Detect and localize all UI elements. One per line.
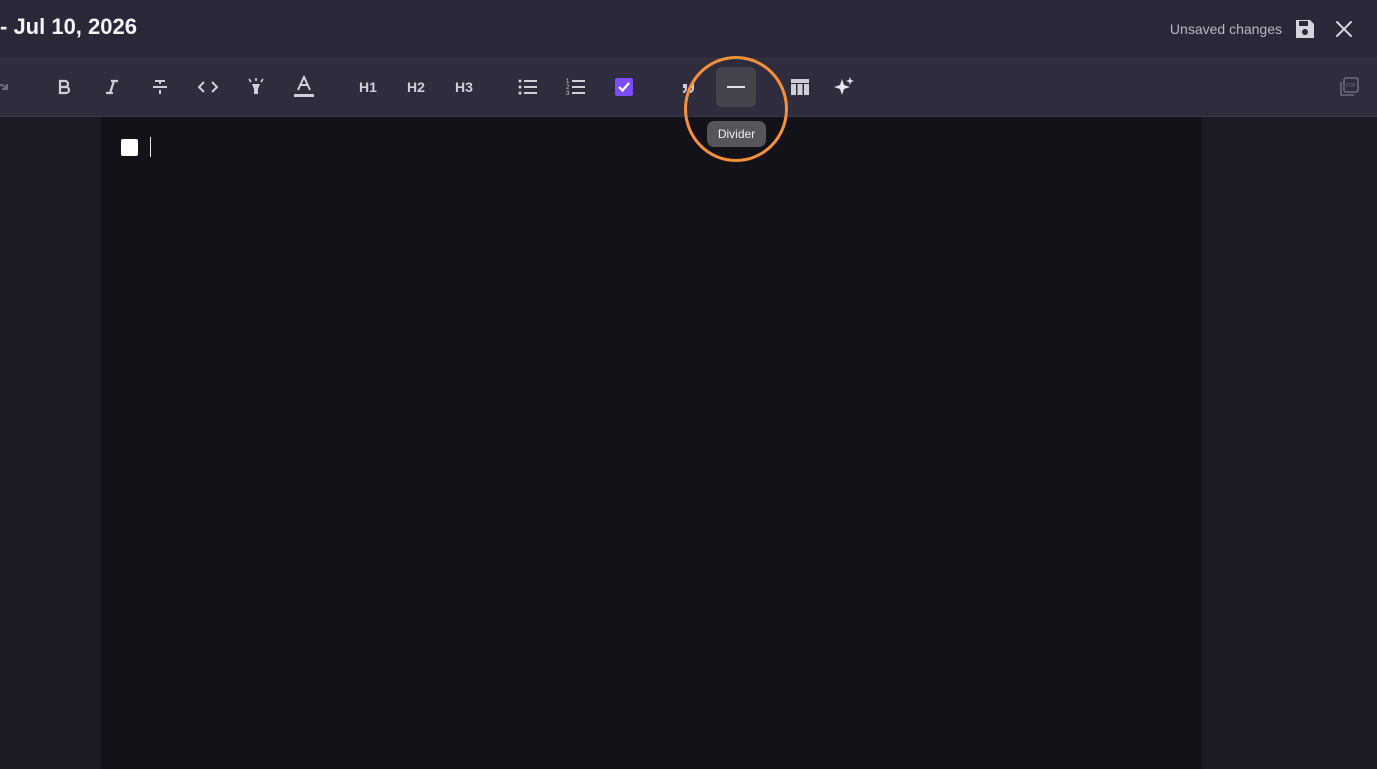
code-icon	[197, 81, 219, 93]
heading-3-button[interactable]: H3	[444, 67, 484, 107]
editor-header: - Jul 10, 2026 Unsaved changes	[0, 0, 1377, 59]
numbered-list-icon: 1 2 3	[566, 79, 585, 97]
strikethrough-icon	[153, 80, 167, 94]
divider-icon	[727, 86, 745, 88]
pdf-export-icon: PDF	[1340, 77, 1359, 96]
italic-button[interactable]	[92, 67, 132, 107]
save-icon	[1296, 20, 1314, 38]
numbered-list-button[interactable]: 1 2 3	[556, 67, 596, 107]
close-icon	[1336, 21, 1352, 37]
italic-icon	[106, 79, 118, 95]
heading-2-button[interactable]: H2	[396, 67, 436, 107]
bold-icon	[58, 79, 71, 95]
text-color-icon	[294, 75, 314, 97]
note-title: - Jul 10, 2026	[0, 14, 137, 39]
task-checkbox[interactable]	[121, 139, 138, 156]
heading-1-button[interactable]: H1	[348, 67, 388, 107]
svg-text:3: 3	[566, 91, 570, 97]
divider-button[interactable]	[716, 67, 756, 107]
svg-text:PDF: PDF	[1346, 83, 1356, 89]
text-caret	[150, 137, 151, 157]
highlight-icon	[248, 78, 264, 94]
bullet-list-button[interactable]	[508, 67, 548, 107]
redo-button[interactable]	[0, 67, 22, 107]
task-list-button[interactable]	[604, 67, 644, 107]
formatting-toolbar: H1 H2 H3 1 2 3 PDF	[0, 59, 1377, 117]
quote-icon	[683, 84, 694, 93]
close-button[interactable]	[1333, 17, 1355, 41]
text-color-button[interactable]	[284, 67, 324, 107]
note-editor[interactable]	[101, 117, 1201, 769]
strikethrough-button[interactable]	[140, 67, 180, 107]
task-list-icon	[615, 78, 633, 96]
divider-tooltip: Divider	[707, 121, 766, 147]
unsaved-status: Unsaved changes	[1169, 21, 1282, 37]
bold-button[interactable]	[44, 67, 84, 107]
save-button[interactable]	[1293, 17, 1317, 41]
bullet-list-icon	[518, 79, 537, 95]
table-icon	[791, 79, 809, 95]
pdf-export-button[interactable]: PDF	[1329, 67, 1369, 107]
highlight-button[interactable]	[236, 67, 276, 107]
table-button[interactable]	[780, 67, 820, 107]
quote-button[interactable]	[668, 67, 708, 107]
redo-icon	[0, 84, 8, 90]
ai-sparkle-button[interactable]	[824, 67, 864, 107]
ai-sparkle-icon	[834, 77, 854, 95]
code-button[interactable]	[188, 67, 228, 107]
